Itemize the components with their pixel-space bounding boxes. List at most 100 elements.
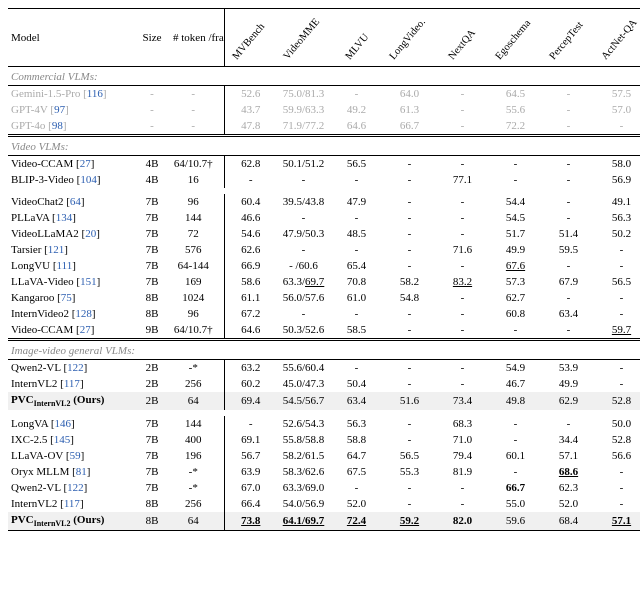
table-row: InternVideo2 [128]8B9667.2----60.863.4-: [8, 306, 640, 322]
cell-metric: 81.9: [436, 464, 489, 480]
cell-metric: 47.9/50.3: [277, 226, 330, 242]
cell-metric: -: [383, 432, 436, 448]
cell-size: 7B: [134, 210, 170, 226]
table-row: VideoChat2 [64]7B9660.439.5/43.847.9--54…: [8, 194, 640, 210]
cell-model: Qwen2-VL [122]: [8, 480, 134, 496]
cell-metric: 58.2: [383, 274, 436, 290]
cell-metric: 70.8: [330, 274, 383, 290]
citation-link[interactable]: 81: [76, 466, 87, 478]
cell-model: InternVideo2 [128]: [8, 306, 134, 322]
cell-metric: -: [489, 322, 542, 340]
citation-link[interactable]: 104: [80, 174, 97, 186]
cell-metric: -: [595, 464, 640, 480]
citation-link[interactable]: 122: [67, 482, 84, 494]
cell-metric: 72.2: [489, 118, 542, 136]
cell-metric: -: [436, 86, 489, 103]
cell-metric: 50.0: [595, 416, 640, 432]
cell-metric: 50.2: [595, 226, 640, 242]
cell-metric: 60.2: [224, 376, 277, 392]
cell-model: GPT-4o [98]: [8, 118, 134, 136]
cell-tokens: 96: [170, 306, 224, 322]
cell-metric: 73.8: [224, 512, 277, 531]
cell-tokens: -*: [170, 360, 224, 377]
cell-model: GPT-4V [97]: [8, 102, 134, 118]
citation-link[interactable]: 145: [54, 434, 71, 446]
cell-metric: 55.3: [383, 464, 436, 480]
citation-link[interactable]: 27: [80, 324, 91, 336]
cell-metric: -: [489, 416, 542, 432]
cell-metric: -: [595, 118, 640, 136]
citation-link[interactable]: 128: [75, 308, 92, 320]
citation-link[interactable]: 59: [70, 450, 81, 462]
cell-metric: 57.5: [595, 86, 640, 103]
cell-metric: 61.3: [383, 102, 436, 118]
citation-link[interactable]: 122: [67, 362, 84, 374]
cell-size: 7B: [134, 194, 170, 210]
section-header: Video VLMs:: [8, 136, 640, 156]
cell-tokens: 400: [170, 432, 224, 448]
cell-size: 7B: [134, 242, 170, 258]
citation-link[interactable]: 64: [70, 196, 81, 208]
cell-metric: 52.6/54.3: [277, 416, 330, 432]
citation-link[interactable]: 111: [57, 260, 73, 272]
cell-metric: 39.5/43.8: [277, 194, 330, 210]
cell-metric: 49.2: [330, 102, 383, 118]
cell-metric: 58.8: [330, 432, 383, 448]
cell-metric: 59.7: [595, 322, 640, 340]
cell-metric: 56.3: [330, 416, 383, 432]
cell-metric: 50.4: [330, 376, 383, 392]
col-header-metric-3: LongVideo.: [383, 9, 436, 67]
citation-link[interactable]: 27: [80, 158, 91, 170]
cell-size: 7B: [134, 274, 170, 290]
cell-metric: 67.6: [489, 258, 542, 274]
citation-link[interactable]: 117: [64, 378, 80, 390]
cell-metric: 48.5: [330, 226, 383, 242]
cell-metric: -: [277, 210, 330, 226]
cell-model: InternVL2 [117]: [8, 496, 134, 512]
cell-metric: 46.7: [489, 376, 542, 392]
cell-metric: 49.9: [489, 242, 542, 258]
cell-tokens: 64: [170, 392, 224, 410]
table-row: VideoLLaMA2 [20]7B7254.647.9/50.348.5--5…: [8, 226, 640, 242]
cell-metric: 54.5: [489, 210, 542, 226]
cell-size: 7B: [134, 416, 170, 432]
citation-link[interactable]: 75: [61, 292, 72, 304]
citation-link[interactable]: 134: [56, 212, 73, 224]
cell-size: 7B: [134, 448, 170, 464]
citation-link[interactable]: 98: [52, 120, 63, 132]
cell-metric: 63.4: [542, 306, 595, 322]
cell-metric: -: [436, 210, 489, 226]
cell-metric: 60.4: [224, 194, 277, 210]
cell-size: 8B: [134, 512, 170, 531]
citation-link[interactable]: 116: [87, 88, 103, 100]
citation-link[interactable]: 117: [64, 498, 80, 510]
cell-model: LongVA [146]: [8, 416, 134, 432]
citation-link[interactable]: 20: [85, 228, 96, 240]
cell-metric: -: [489, 464, 542, 480]
citation-link[interactable]: 151: [80, 276, 97, 288]
cell-tokens: 256: [170, 496, 224, 512]
cell-metric: 52.6: [224, 86, 277, 103]
cell-size: 9B: [134, 322, 170, 340]
cell-metric: -: [277, 172, 330, 188]
cell-metric: 55.8/58.8: [277, 432, 330, 448]
cell-metric: 61.0: [330, 290, 383, 306]
col-header-tokens: # token /frame: [170, 9, 224, 67]
cell-metric: -: [542, 172, 595, 188]
cell-metric: 67.2: [224, 306, 277, 322]
cell-metric: -: [542, 210, 595, 226]
cell-tokens: -: [170, 118, 224, 136]
cell-metric: 63.3/69.7: [277, 274, 330, 290]
cell-metric: -: [383, 258, 436, 274]
cell-metric: -: [330, 210, 383, 226]
cell-metric: 64.5: [489, 86, 542, 103]
citation-link[interactable]: 146: [55, 418, 72, 430]
citation-link[interactable]: 121: [48, 244, 65, 256]
cell-metric: 54.5/56.7: [277, 392, 330, 410]
cell-metric: -: [277, 306, 330, 322]
cell-model: VideoLLaMA2 [20]: [8, 226, 134, 242]
cell-model: LLaVA-Video [151]: [8, 274, 134, 290]
cell-metric: 63.9: [224, 464, 277, 480]
citation-link[interactable]: 97: [54, 104, 65, 116]
cell-tokens: 96: [170, 194, 224, 210]
